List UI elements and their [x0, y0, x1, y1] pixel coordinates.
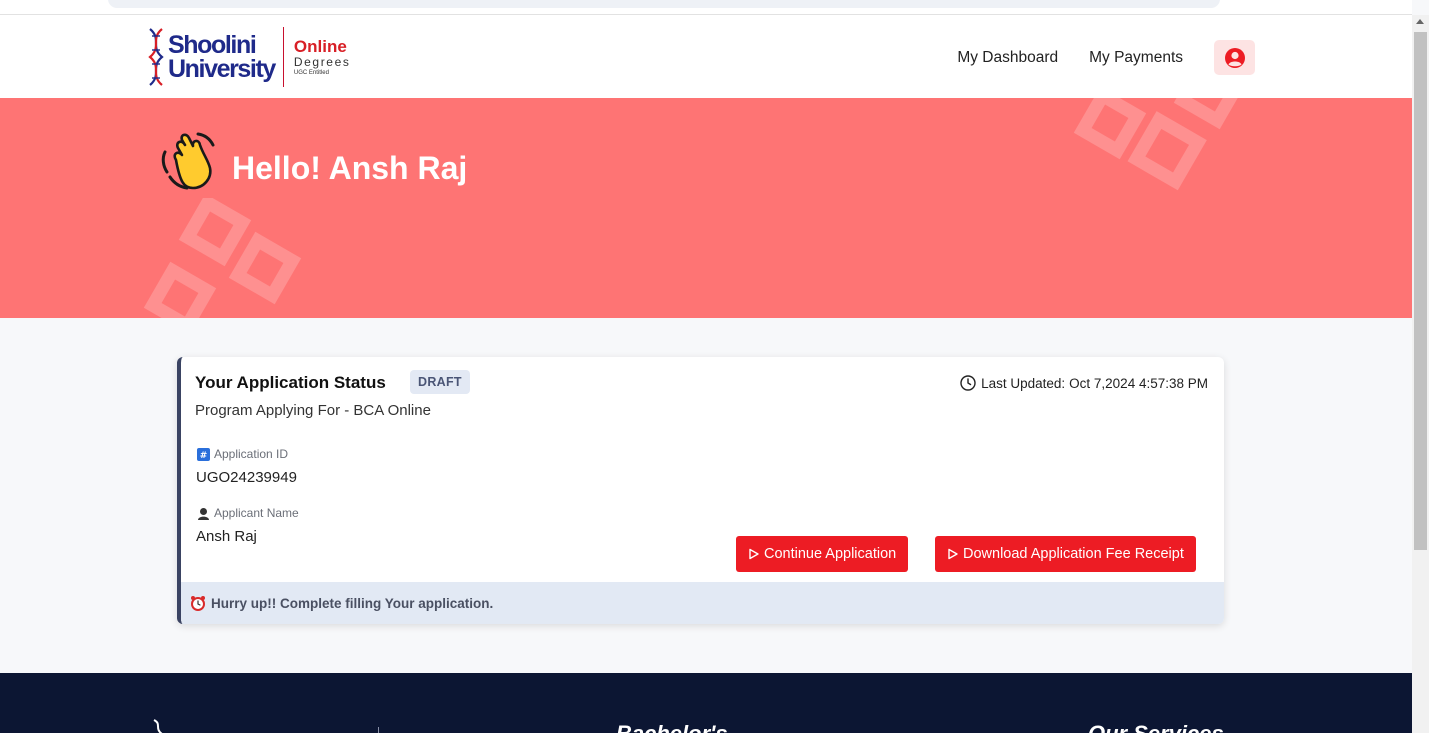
online-degrees-mark: Online Degrees UGC Entitled — [294, 38, 351, 76]
nav-my-payments[interactable]: My Payments — [1089, 49, 1183, 67]
decorative-pattern-icon — [143, 198, 302, 318]
nav-my-dashboard[interactable]: My Dashboard — [957, 49, 1058, 67]
last-updated: Last Updated: Oct 7,2024 4:57:38 PM — [960, 375, 1208, 391]
footer-bachelors-heading: Bachelor's — [616, 721, 728, 733]
download-receipt-button[interactable]: Download Application Fee Receipt — [935, 536, 1196, 572]
application-id-label: Application ID — [214, 447, 289, 461]
online-label: Online — [293, 37, 347, 56]
status-badge: DRAFT — [410, 370, 470, 394]
university-name-line2: University — [168, 55, 276, 83]
university-name: Shoolini University — [166, 31, 276, 83]
download-receipt-label: Download Application Fee Receipt — [963, 546, 1184, 562]
welcome-banner: Hello! Ansh Raj — [0, 98, 1412, 318]
applicant-name-label: Applicant Name — [214, 506, 299, 520]
clock-icon — [960, 375, 976, 391]
degrees-label: Degrees — [293, 55, 351, 69]
application-status-card: Your Application Status DRAFT Last Updat… — [177, 357, 1224, 624]
profile-button[interactable] — [1214, 40, 1255, 75]
hash-icon: # — [197, 447, 210, 461]
dna-logo-icon — [148, 28, 164, 86]
browser-toolbar — [0, 0, 1412, 15]
play-icon — [948, 548, 958, 560]
address-bar[interactable] — [108, 0, 1220, 8]
scroll-up-arrow-icon[interactable] — [1416, 19, 1424, 24]
footer-logo-icon — [153, 719, 163, 733]
site-footer: Bachelor's Our Services — [0, 673, 1412, 733]
ugc-label: UGC Entitled — [293, 70, 329, 76]
decorative-pattern-icon — [1073, 98, 1247, 191]
hurry-up-note: Hurry up!! Complete filling Your applica… — [181, 582, 1224, 624]
site-header: Shoolini University Online Degrees UGC E… — [0, 15, 1412, 98]
logo-divider — [282, 27, 284, 87]
applicant-name-label-row: Applicant Name — [197, 506, 299, 520]
applicant-name-value: Ansh Raj — [196, 528, 257, 545]
continue-application-label: Continue Application — [764, 546, 897, 562]
application-status-title: Your Application Status — [195, 373, 386, 392]
footer-logo-divider — [378, 727, 379, 733]
scrollbar-thumb[interactable] — [1414, 32, 1427, 550]
last-updated-label: Last Updated: — [981, 375, 1066, 391]
application-id-label-row: # Application ID — [197, 447, 288, 461]
greeting-heading: Hello! Ansh Raj — [232, 150, 468, 186]
shoolini-logo[interactable]: Shoolini University Online Degrees UGC E… — [146, 24, 350, 90]
footer-services-heading: Our Services — [1088, 721, 1224, 733]
person-icon — [198, 507, 209, 520]
hurry-up-text: Hurry up!! Complete filling Your applica… — [211, 595, 494, 611]
main-nav: My Dashboard My Payments — [957, 40, 1255, 75]
last-updated-value: Oct 7,2024 4:57:38 PM — [1069, 375, 1208, 391]
alarm-clock-icon — [191, 596, 205, 611]
application-id-value: UGO24239949 — [196, 469, 297, 486]
continue-application-button[interactable]: Continue Application — [736, 536, 909, 572]
page-scrollbar[interactable] — [1412, 15, 1429, 733]
waving-hand-icon — [161, 132, 215, 190]
play-icon — [749, 548, 759, 560]
user-circle-icon — [1224, 47, 1245, 68]
program-applying-for: Program Applying For - BCA Online — [195, 402, 431, 419]
university-name-line1: Shoolini — [168, 31, 257, 59]
svg-text:#: # — [200, 451, 208, 461]
